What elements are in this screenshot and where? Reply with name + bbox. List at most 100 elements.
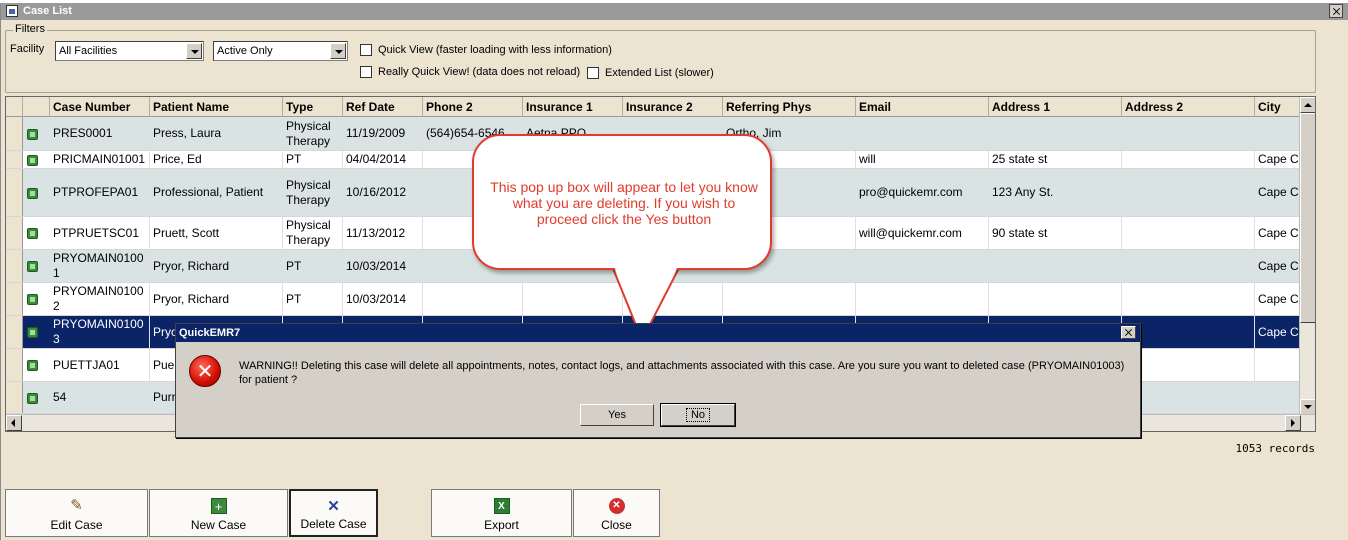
scroll-right-button[interactable]	[1285, 415, 1301, 431]
facility-select-value: All Facilities	[59, 45, 118, 57]
app-icon	[6, 5, 18, 17]
table-row[interactable]: PRYOMAIN01002 Pryor, Richard PT 10/03/2014 C…	[6, 283, 1300, 316]
case-icon	[27, 129, 38, 140]
facility-select[interactable]: All Facilities	[55, 41, 204, 61]
really-quick-view-checkbox[interactable]: Really Quick View! (data does not reload…	[360, 66, 580, 79]
yes-button[interactable]: Yes	[580, 404, 654, 426]
row-header[interactable]	[6, 217, 23, 249]
cell-patient-name: Pryor, Richard	[150, 283, 283, 315]
delete-confirm-dialog: QuickEMR7 ✕ WARNING!! Deleting this case…	[175, 323, 1141, 438]
cell-ref-date: 04/04/2014	[343, 151, 423, 168]
cell-address-1: 90 state st	[989, 217, 1122, 249]
col-phone-2[interactable]: Phone 2	[423, 97, 523, 117]
cell-case-number: PRES0001	[50, 117, 150, 150]
quick-view-label: Quick View (faster loading with less inf…	[378, 44, 612, 56]
row-header[interactable]	[6, 169, 23, 216]
col-referring-phys[interactable]: Referring Phys	[723, 97, 856, 117]
cell-address-2	[1122, 349, 1255, 381]
cell-city	[1255, 349, 1300, 381]
checkbox-box[interactable]	[587, 67, 599, 79]
no-button[interactable]: No	[660, 403, 736, 427]
cell-email: will@quickemr.com	[856, 217, 989, 249]
cell-address-2	[1122, 169, 1255, 216]
window-close-button[interactable]	[1329, 4, 1343, 18]
quick-view-checkbox[interactable]: Quick View (faster loading with less inf…	[360, 44, 612, 57]
no-label: No	[685, 408, 711, 422]
checkbox-box[interactable]	[360, 66, 372, 78]
col-insurance-2[interactable]: Insurance 2	[623, 97, 723, 117]
case-icon	[27, 360, 38, 371]
col-patient-name[interactable]: Patient Name	[150, 97, 283, 117]
cell-insurance-2	[623, 283, 723, 315]
cell-type: PT	[283, 283, 343, 315]
row-header[interactable]	[6, 117, 23, 150]
cell-type: PT	[283, 250, 343, 282]
cell-email: will	[856, 151, 989, 168]
cell-insurance-1	[523, 283, 623, 315]
row-header[interactable]	[6, 250, 23, 282]
case-icon	[27, 393, 38, 404]
export-button[interactable]: X Export	[431, 489, 572, 537]
cell-ref-date: 10/16/2012	[343, 169, 423, 216]
dialog-close-button[interactable]	[1121, 326, 1136, 339]
cell-address-2	[1122, 382, 1255, 413]
dialog-titlebar: QuickEMR7	[176, 324, 1140, 342]
cell-city: Cape C	[1255, 151, 1300, 168]
chevron-down-icon[interactable]	[186, 43, 202, 59]
filters-legend: Filters	[13, 23, 47, 35]
cell-case-number: 54	[50, 382, 150, 413]
close-circle-icon: ✕	[608, 498, 625, 514]
checkbox-box[interactable]	[360, 44, 372, 56]
vertical-scrollbar[interactable]	[1299, 97, 1315, 415]
col-type[interactable]: Type	[283, 97, 343, 117]
cell-email	[856, 250, 989, 282]
cell-email: pro@quickemr.com	[856, 169, 989, 216]
scroll-down-button[interactable]	[1300, 399, 1315, 415]
col-city[interactable]: City	[1255, 97, 1300, 117]
filters-group: Filters Facility All Facilities Active O…	[5, 23, 1316, 93]
col-ref-date[interactable]: Ref Date	[343, 97, 423, 117]
cell-email	[856, 283, 989, 315]
window-title: Case List	[23, 5, 72, 17]
yes-label: Yes	[608, 409, 626, 421]
record-count: 1053 records	[1235, 442, 1315, 455]
col-address-2[interactable]: Address 2	[1122, 97, 1255, 117]
close-button[interactable]: ✕ Close	[573, 489, 660, 537]
extended-list-checkbox[interactable]: Extended List (slower)	[587, 67, 714, 80]
grid-header: Case Number Patient Name Type Ref Date P…	[6, 97, 1300, 117]
delete-case-button[interactable]: ✕ Delete Case	[289, 489, 378, 537]
cell-city	[1255, 117, 1300, 150]
cell-address-2	[1122, 283, 1255, 315]
case-icon	[27, 228, 38, 239]
cell-city: Cape C	[1255, 250, 1300, 282]
close-label: Close	[601, 518, 632, 532]
case-icon	[27, 261, 38, 272]
cell-type: Physical Therapy	[283, 117, 343, 150]
case-list-window: Case List Filters Facility All Facilitie…	[0, 3, 1348, 540]
row-header[interactable]	[6, 283, 23, 315]
cell-patient-name: Pryor, Richard	[150, 250, 283, 282]
chevron-down-icon[interactable]	[330, 43, 346, 59]
cell-address-1	[989, 117, 1122, 150]
col-address-1[interactable]: Address 1	[989, 97, 1122, 117]
cell-ref-date: 11/19/2009	[343, 117, 423, 150]
row-header[interactable]	[6, 151, 23, 168]
col-case-number[interactable]: Case Number	[50, 97, 150, 117]
new-case-button[interactable]: + New Case	[149, 489, 288, 537]
cell-case-number: PRYOMAIN01002	[50, 283, 150, 315]
cell-address-2	[1122, 217, 1255, 249]
extended-list-label: Extended List (slower)	[605, 67, 714, 79]
row-header[interactable]	[6, 316, 23, 348]
edit-case-button[interactable]: ✎ Edit Case	[5, 489, 148, 537]
scroll-up-button[interactable]	[1300, 97, 1315, 113]
scroll-left-button[interactable]	[6, 415, 22, 431]
cell-address-2	[1122, 151, 1255, 168]
status-select[interactable]: Active Only	[213, 41, 348, 61]
col-email[interactable]: Email	[856, 97, 989, 117]
row-header[interactable]	[6, 382, 23, 413]
row-header[interactable]	[6, 349, 23, 381]
scroll-thumb[interactable]	[1300, 113, 1315, 323]
cell-address-1	[989, 283, 1122, 315]
col-insurance-1[interactable]: Insurance 1	[523, 97, 623, 117]
cell-patient-name: Pruett, Scott	[150, 217, 283, 249]
